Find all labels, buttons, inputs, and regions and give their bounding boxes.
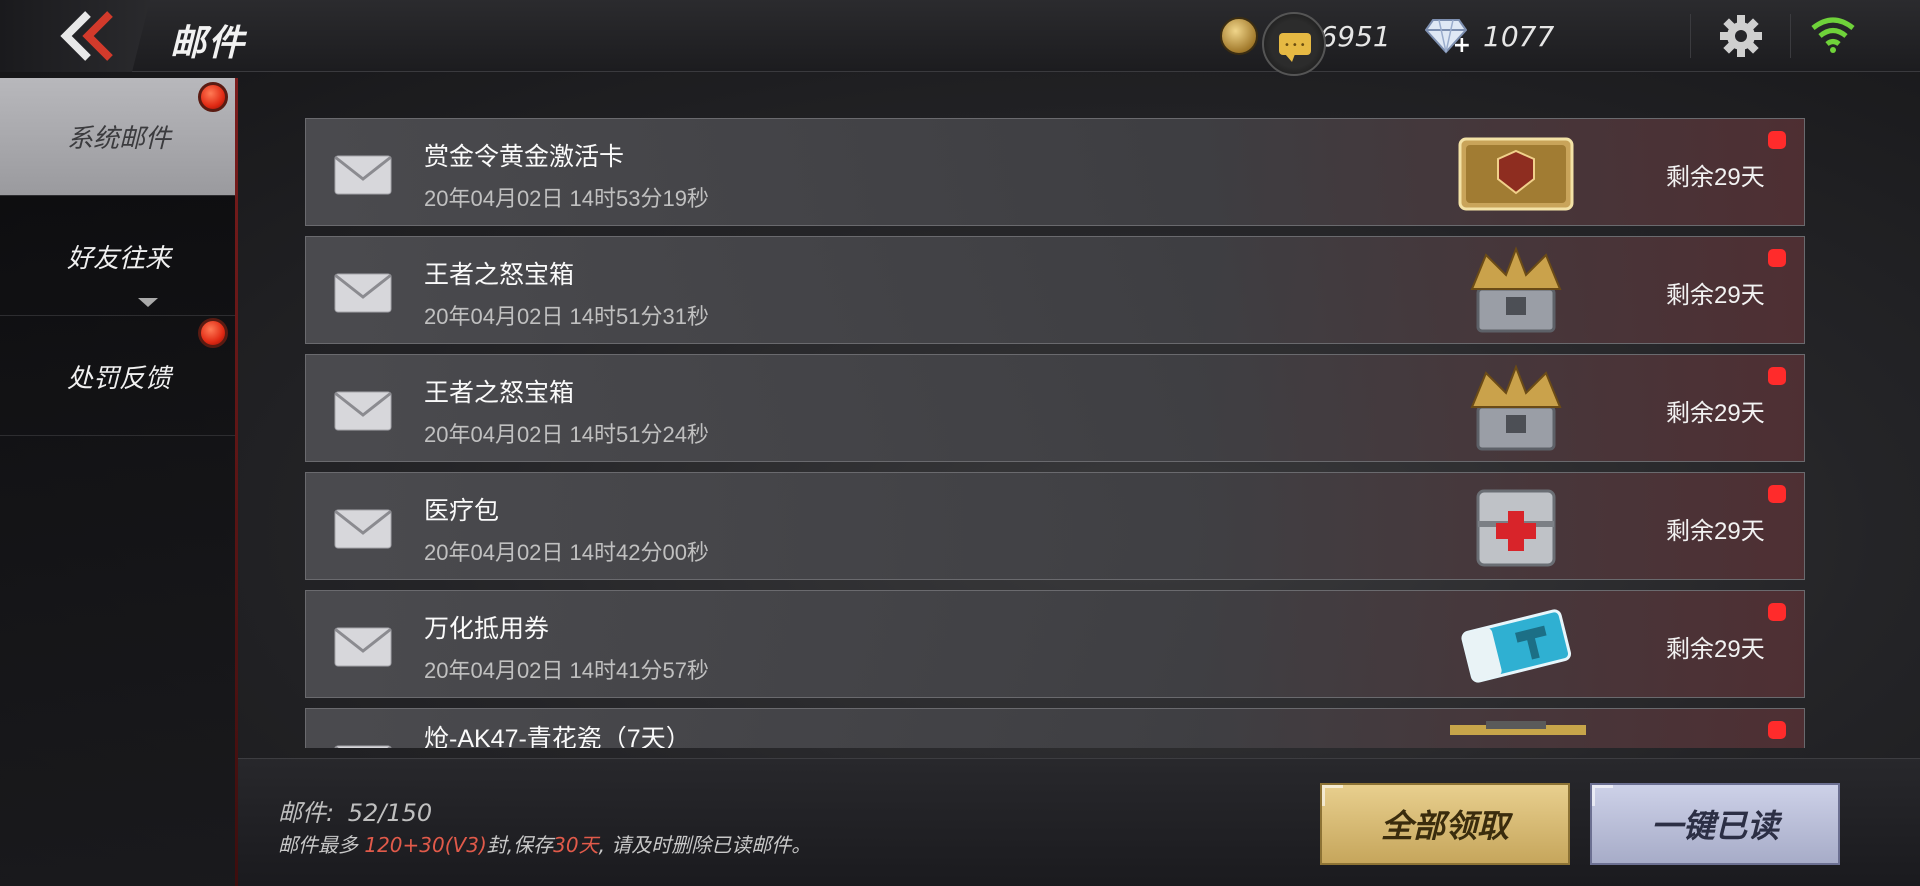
mail-title: 炝-AK47-青花瓷（7天） [424,725,691,748]
gem-currency: + 1077 [1424,14,1555,58]
treasure-chest-icon [1470,364,1562,451]
gear-icon [1720,15,1762,57]
unread-indicator [1768,367,1786,385]
voucher-ticket-icon [1461,609,1572,683]
gold-card-icon [1458,137,1574,211]
mail-row[interactable]: 王者之怒宝箱 20年04月02日 14时51分31秒 剩余29天 [305,236,1805,344]
envelope-icon [334,155,392,195]
gem-amount: 1077 [1483,19,1555,53]
mail-date: 20年04月02日 14时51分31秒 [424,304,709,329]
mail-remaining-days: 剩余29天 [1666,164,1765,191]
envelope-icon [334,273,392,313]
unread-indicator [1768,131,1786,149]
mark-all-read-button[interactable]: 一键已读 [1590,783,1840,865]
claim-all-button[interactable]: 全部领取 [1320,783,1570,865]
unread-indicator [1768,485,1786,503]
diamond-icon[interactable]: + [1424,18,1471,58]
notification-badge [198,318,228,348]
page-title: 邮件 [170,23,247,64]
mail-list[interactable]: 赏金令黄金激活卡 20年04月02日 14时53分19秒 剩余29天 王者之怒宝… [305,118,1805,748]
unread-indicator [1768,603,1786,621]
mail-category-sidebar: 系统邮件 好友往来 处罚反馈 [0,78,238,886]
top-bar: 邮件 4336951 ••• + 1077 [0,0,1920,76]
dropdown-arrow-icon [138,298,158,307]
mail-remaining-days: 剩余29天 [1666,636,1765,663]
wifi-icon [1808,14,1858,56]
envelope-icon [334,745,392,748]
mail-date: 20年04月02日 14时51分24秒 [424,422,709,447]
sidebar-item-friend-mail[interactable]: 好友往来 [0,198,238,316]
mail-title: 王者之怒宝箱 [424,261,575,289]
notification-badge [198,82,228,112]
mail-remaining-days: 剩余29天 [1666,518,1765,545]
settings-button[interactable] [1712,12,1770,60]
back-chevron-icon [60,11,113,61]
mail-title: 万化抵用券 [424,615,550,643]
mail-title: 赏金令黄金激活卡 [424,143,625,171]
envelope-icon [334,509,392,549]
treasure-chest-icon [1470,246,1562,333]
unread-indicator [1768,249,1786,267]
envelope-icon [334,391,392,431]
medkit-icon [1476,489,1556,567]
mail-date: 20年04月02日 14时41分57秒 [424,658,709,683]
mail-capacity-hint: 邮件最多 120+30(V3)封,保存30天, 请及时删除已读邮件。 [278,833,812,857]
mail-title: 王者之怒宝箱 [424,379,575,407]
mail-date: 20年04月02日 14时42分00秒 [424,540,709,565]
mail-row[interactable]: 万化抵用券 20年04月02日 14时41分57秒 剩余29天 [305,590,1805,698]
mail-remaining-days: 剩余29天 [1666,400,1765,427]
envelope-icon [334,627,392,667]
back-button[interactable] [0,0,150,72]
mail-row[interactable]: 王者之怒宝箱 20年04月02日 14时51分24秒 剩余29天 [305,354,1805,462]
mail-count: 邮件: 52/150 [278,799,433,827]
unread-indicator [1768,721,1786,739]
mail-remaining-days: 剩余29天 [1666,282,1765,309]
add-gem-icon[interactable]: + [1453,33,1471,58]
sidebar-item-label: 好友往来 [66,244,171,274]
sidebar-item-label: 系统邮件 [66,124,171,154]
mail-row[interactable]: 炝-AK47-青花瓷（7天） [305,708,1805,748]
mail-row[interactable]: 赏金令黄金激活卡 20年04月02日 14时53分19秒 剩余29天 [305,118,1805,226]
chat-button[interactable]: ••• [1262,12,1326,76]
gold-coin-icon [1220,17,1258,55]
mail-footer: 邮件: 52/150 邮件最多 120+30(V3)封,保存30天, 请及时删除… [238,758,1920,886]
mail-date: 20年04月02日 14时53分19秒 [424,186,709,211]
rifle-icon [1450,721,1586,735]
sidebar-item-label: 处罚反馈 [66,364,171,394]
mail-title: 医疗包 [424,497,500,525]
mail-row[interactable]: 医疗包 20年04月02日 14时42分00秒 剩余29天 [305,472,1805,580]
